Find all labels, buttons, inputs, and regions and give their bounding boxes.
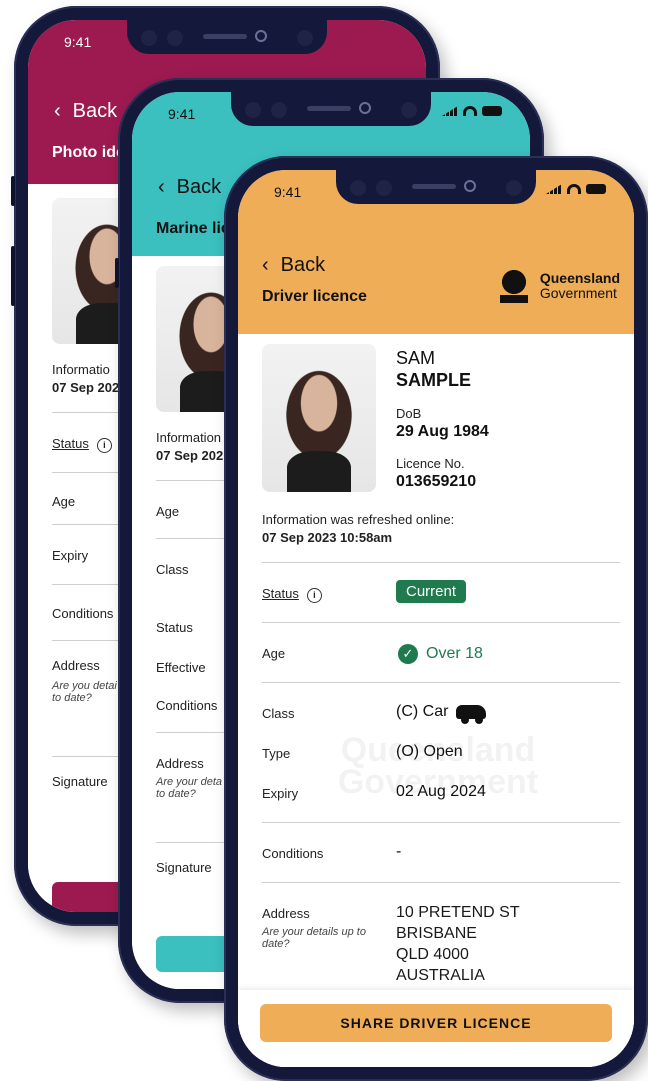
- conditions-label: Conditions: [52, 606, 114, 621]
- status-icons: [546, 184, 606, 194]
- address-value: 10 PRETEND ST BRISBANE QLD 4000 AUSTRALI…: [396, 904, 520, 984]
- signature-label: Signature: [52, 774, 108, 789]
- refreshed-date: 07 Sep 202: [156, 448, 224, 463]
- conditions-label: Conditions: [156, 698, 218, 713]
- info-icon[interactable]: i: [306, 587, 322, 603]
- header: 9:41 ‹ Back Driver licence Queensland Go…: [238, 170, 634, 334]
- status-label[interactable]: Status i: [52, 436, 112, 453]
- page-title: Photo ide: [52, 144, 125, 161]
- signal-icon: [442, 106, 458, 116]
- age-value: ✓ Over 18: [398, 644, 483, 664]
- battery-icon: [586, 184, 606, 194]
- conditions-value: -: [396, 843, 402, 860]
- back-label: Back: [72, 100, 118, 122]
- expiry-label: Expiry: [52, 548, 89, 563]
- phone-driver-licence: 9:41 ‹ Back Driver licence Queensland Go…: [224, 156, 648, 1081]
- address-label: Address: [156, 756, 204, 771]
- crest-icon: [493, 266, 534, 306]
- refreshed-date: 07 Sep 202: [52, 380, 120, 395]
- licence-card: Queensland Government SAM SAMPLE DoB 29 …: [238, 334, 634, 1067]
- status-label[interactable]: Status i: [262, 586, 322, 603]
- last-name: SAMPLE: [396, 370, 472, 390]
- dob-label: DoB: [396, 406, 422, 421]
- logo-line2: Government: [539, 285, 617, 301]
- wifi-icon: [463, 106, 477, 116]
- back-button[interactable]: ‹ Back: [262, 254, 325, 277]
- info-icon[interactable]: i: [96, 437, 112, 453]
- dob-value: 29 Aug 1984: [396, 423, 489, 440]
- refreshed-label: Information: [156, 430, 222, 445]
- chevron-left-icon: ‹: [54, 100, 61, 122]
- status-icons: [442, 106, 502, 116]
- car-icon: [456, 704, 487, 724]
- expiry-label: Expiry: [262, 786, 299, 801]
- address-hint: Are your details up to date?: [262, 926, 366, 950]
- back-label: Back: [280, 254, 326, 276]
- address-hint: Are you detai to date?: [52, 680, 117, 704]
- age-label: Age: [52, 494, 76, 509]
- wifi-icon: [567, 184, 581, 194]
- class-value: (C) Car: [396, 703, 487, 724]
- address-hint: Are your deta to date?: [156, 776, 223, 800]
- phone-screen: 9:41 ‹ Back Driver licence Queensland Go…: [238, 170, 634, 1067]
- class-label: Class: [262, 706, 295, 721]
- type-value: (O) Open: [396, 743, 463, 760]
- page-title: Marine lic: [156, 220, 230, 237]
- refreshed-label: Information was refreshed online:: [262, 512, 455, 527]
- check-circle-icon: ✓: [398, 644, 418, 664]
- licence-no-value: 013659210: [396, 473, 477, 490]
- status-time: 9:41: [64, 34, 92, 50]
- qld-government-logo: Queensland Government: [493, 266, 620, 306]
- age-label: Age: [156, 504, 180, 519]
- refreshed-date: 07 Sep 2023 10:58am: [262, 530, 393, 545]
- signature-label: Signature: [156, 860, 212, 875]
- back-button[interactable]: ‹ Back: [54, 100, 117, 123]
- back-button[interactable]: ‹ Back: [158, 176, 221, 199]
- status-label: Status: [156, 620, 193, 635]
- licence-no-label: Licence No.: [396, 456, 465, 471]
- age-label: Age: [262, 646, 286, 661]
- address-label: Address: [52, 658, 100, 673]
- conditions-label: Conditions: [262, 846, 324, 861]
- logo-line1: Queensland: [539, 270, 620, 286]
- refreshed-label: Informatio: [52, 362, 110, 377]
- status-badge: Current: [396, 580, 467, 603]
- expiry-value: 02 Aug 2024: [396, 783, 486, 800]
- chevron-left-icon: ‹: [158, 176, 165, 198]
- effective-label: Effective: [156, 660, 206, 675]
- type-label: Type: [262, 746, 291, 761]
- address-label: Address: [262, 906, 310, 921]
- class-label: Class: [156, 562, 189, 577]
- share-driver-licence-button[interactable]: SHARE DRIVER LICENCE: [260, 1004, 612, 1042]
- first-name: SAM: [396, 348, 436, 368]
- chevron-left-icon: ‹: [262, 254, 269, 276]
- licence-photo: [262, 344, 376, 492]
- status-time: 9:41: [274, 184, 302, 200]
- signal-icon: [546, 184, 562, 194]
- back-label: Back: [176, 176, 222, 198]
- status-time: 9:41: [168, 106, 196, 122]
- battery-icon: [482, 106, 502, 116]
- page-title: Driver licence: [262, 288, 367, 305]
